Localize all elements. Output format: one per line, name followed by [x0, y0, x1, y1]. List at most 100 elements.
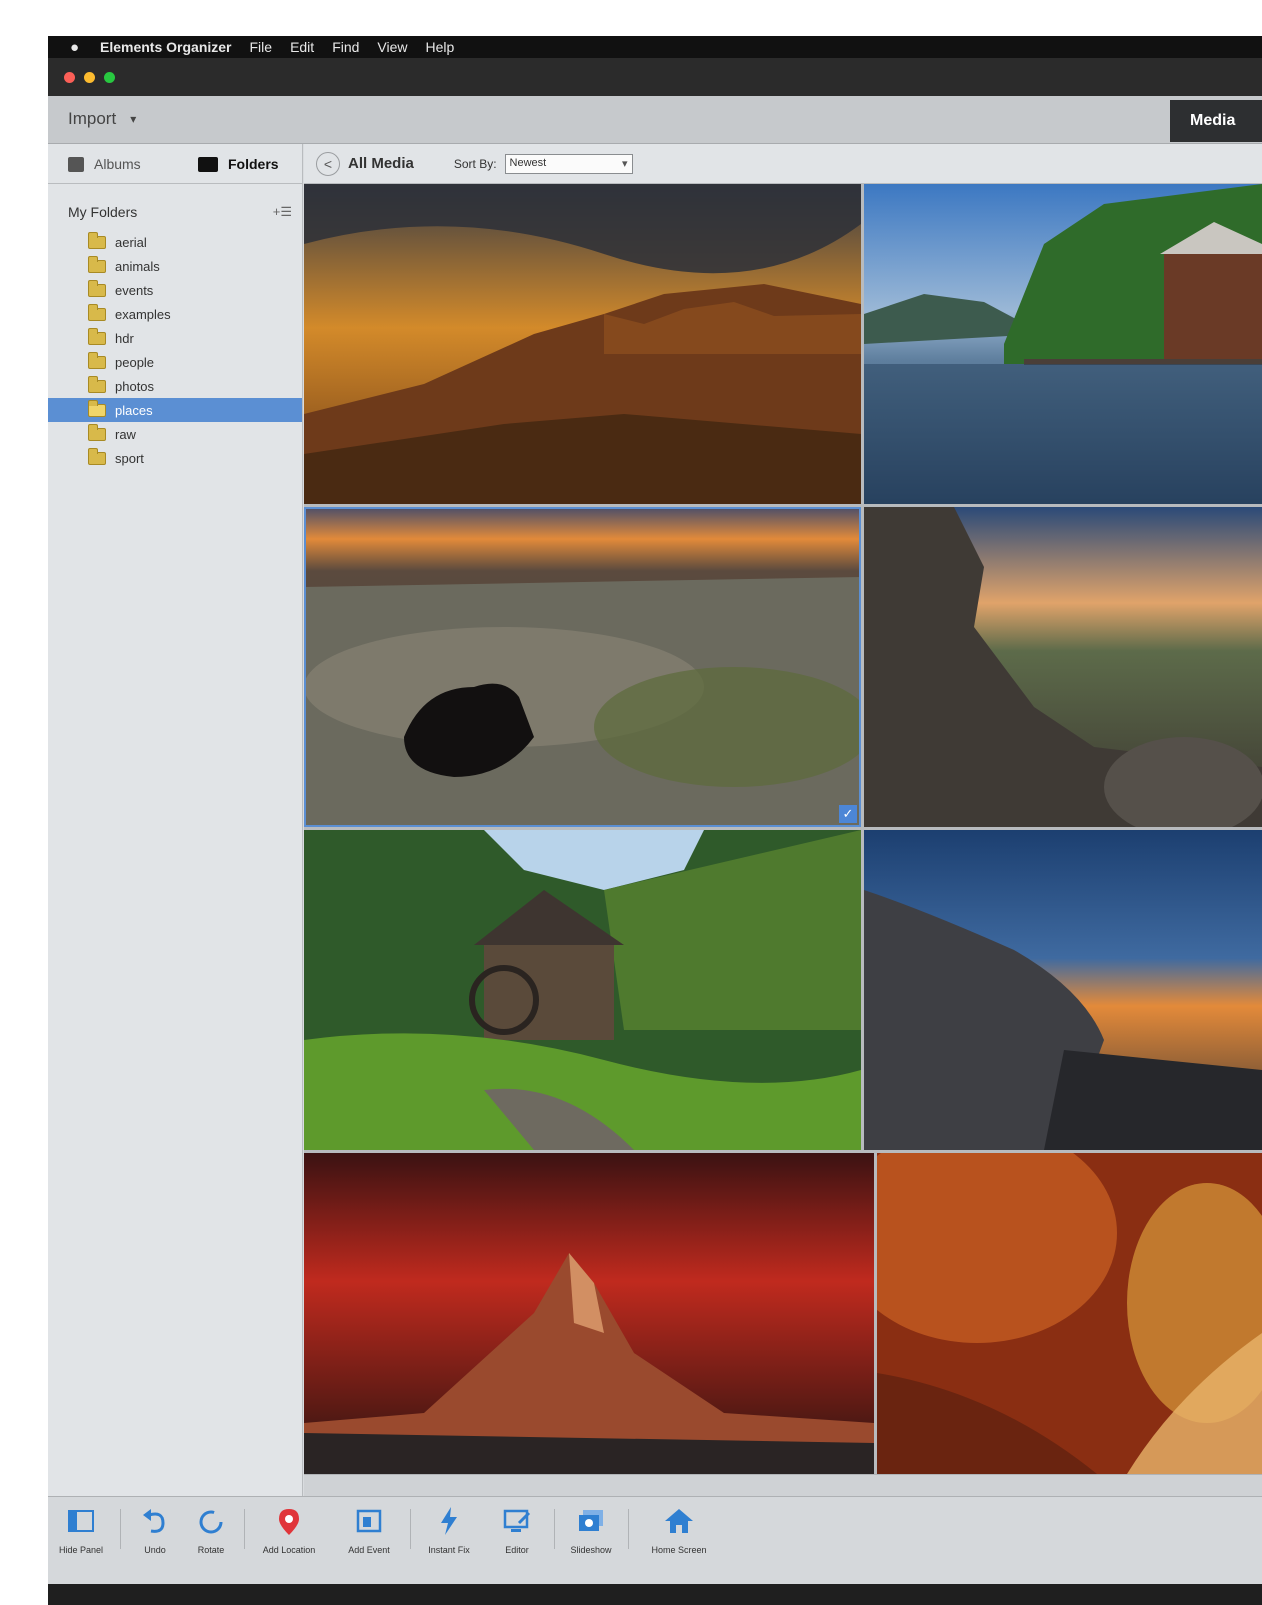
left-panel: Albums Folders My Folders +☰ aerial anim… — [48, 144, 303, 1496]
folder-icon — [88, 327, 106, 345]
folder-label: examples — [115, 306, 171, 322]
album-icon — [68, 156, 84, 172]
photo-thumbnail[interactable] — [864, 830, 1262, 1150]
hide-panel-icon — [68, 1510, 94, 1532]
bottom-toolbar: Hide Panel Undo Rotate Add Location Add … — [48, 1496, 1262, 1584]
app-name-menu[interactable]: Elements Organizer — [100, 39, 232, 55]
folder-icon — [88, 231, 106, 249]
folder-label: photos — [115, 378, 155, 394]
folder-tree: aerial animals events examples hdr peopl… — [48, 230, 302, 470]
apple-icon[interactable]: ● — [70, 39, 82, 56]
editor-label: Editor — [505, 1545, 529, 1555]
tab-folders[interactable]: Folders — [198, 156, 279, 172]
home-screen-label: Home Screen — [651, 1545, 707, 1555]
photo-thumbnail[interactable] — [304, 184, 861, 504]
folder-item[interactable]: events — [48, 278, 302, 302]
folder-icon — [88, 423, 106, 441]
rotate-button[interactable]: Rotate — [176, 1505, 246, 1555]
folder-icon — [88, 351, 106, 369]
folder-item[interactable]: aerial — [48, 230, 302, 254]
menu-find[interactable]: Find — [332, 39, 359, 55]
title-bar — [48, 58, 1262, 96]
folder-item[interactable]: hdr — [48, 326, 302, 350]
folder-item[interactable]: examples — [48, 302, 302, 326]
folder-item[interactable]: raw — [48, 422, 302, 446]
hide-panel-label: Hide Panel — [58, 1545, 104, 1555]
toolbar-divider — [244, 1509, 245, 1549]
add-location-label: Add Location — [262, 1545, 316, 1555]
tab-albums-label: Albums — [94, 156, 141, 172]
folder-label: places — [115, 402, 153, 418]
folder-icon — [88, 255, 106, 273]
folder-label: hdr — [115, 330, 134, 346]
slideshow-icon — [579, 1510, 603, 1531]
undo-label: Undo — [144, 1545, 166, 1555]
sort-by-select[interactable]: Newest — [504, 153, 633, 174]
folder-icon — [88, 447, 106, 465]
folder-item[interactable]: sport — [48, 446, 302, 470]
zoom-icon[interactable] — [104, 71, 115, 83]
tab-folders-label: Folders — [228, 156, 279, 172]
lightning-icon — [441, 1507, 457, 1535]
menu-file[interactable]: File — [250, 39, 273, 55]
menu-view[interactable]: View — [377, 39, 407, 55]
toolbar-divider — [554, 1509, 555, 1549]
menu-edit[interactable]: Edit — [290, 39, 314, 55]
folder-label: animals — [115, 258, 160, 274]
instant-fix-button[interactable]: Instant Fix — [414, 1505, 484, 1555]
add-event-button[interactable]: Add Event — [334, 1505, 404, 1555]
my-folders-heading: My Folders — [68, 204, 138, 220]
folder-label: raw — [115, 426, 136, 442]
panel-tabs: Albums Folders — [48, 144, 302, 184]
grid-footer — [304, 1474, 1262, 1496]
folder-label: people — [115, 354, 155, 370]
top-bar: Import ▾ Media — [48, 96, 1262, 144]
photo-thumbnail-selected[interactable]: ✓ — [304, 507, 861, 827]
slideshow-button[interactable]: Slideshow — [556, 1505, 626, 1555]
location-pin-icon — [279, 1509, 299, 1535]
toolbar-divider — [628, 1509, 629, 1549]
add-location-button[interactable]: Add Location — [254, 1505, 324, 1555]
toolbar-divider — [410, 1509, 411, 1549]
folder-view-menu-icon[interactable]: +☰ — [273, 204, 292, 220]
folder-label: aerial — [115, 234, 147, 250]
back-button[interactable]: < — [316, 151, 340, 176]
close-icon[interactable] — [64, 71, 75, 83]
photo-thumbnail[interactable] — [877, 1153, 1262, 1474]
instant-fix-label: Instant Fix — [428, 1545, 470, 1555]
folder-item[interactable]: photos — [48, 374, 302, 398]
photo-thumbnail[interactable] — [304, 830, 861, 1150]
home-screen-button[interactable]: Home Screen — [644, 1505, 714, 1555]
folder-label: sport — [115, 450, 144, 466]
photo-thumbnail[interactable] — [304, 1153, 874, 1474]
tab-albums[interactable]: Albums — [68, 156, 141, 172]
add-event-label: Add Event — [348, 1545, 390, 1555]
folder-icon — [88, 303, 106, 321]
folder-icon — [88, 279, 106, 297]
media-tab[interactable]: Media — [1170, 100, 1262, 142]
photo-thumbnail[interactable] — [864, 507, 1262, 827]
folder-icon — [198, 156, 218, 172]
hide-panel-button[interactable]: Hide Panel — [48, 1505, 116, 1555]
editor-button[interactable]: Editor — [482, 1505, 552, 1555]
minimize-icon[interactable] — [84, 71, 95, 83]
photo-thumbnail[interactable] — [864, 184, 1262, 504]
checkmark-icon[interactable]: ✓ — [839, 805, 857, 823]
slideshow-label: Slideshow — [570, 1545, 612, 1555]
organizer-window: ● Elements Organizer File Edit Find View… — [48, 36, 1262, 1605]
rotate-icon — [199, 1510, 223, 1534]
calendar-icon — [356, 1509, 382, 1533]
folder-item-selected[interactable]: places — [48, 398, 302, 422]
folder-icon — [88, 375, 106, 393]
folder-item[interactable]: people — [48, 350, 302, 374]
folder-item[interactable]: animals — [48, 254, 302, 278]
import-button[interactable]: Import ▾ — [68, 109, 136, 129]
sort-by-label: Sort By: — [453, 156, 497, 171]
folder-label: events — [115, 282, 154, 298]
content-header: < All Media Sort By: Newest — [304, 144, 1262, 184]
menu-help[interactable]: Help — [426, 39, 455, 55]
chevron-down-icon: ▾ — [130, 112, 137, 126]
status-bar — [48, 1584, 1262, 1605]
media-grid: ✓ — [304, 184, 1262, 1474]
folder-icon — [88, 399, 106, 417]
